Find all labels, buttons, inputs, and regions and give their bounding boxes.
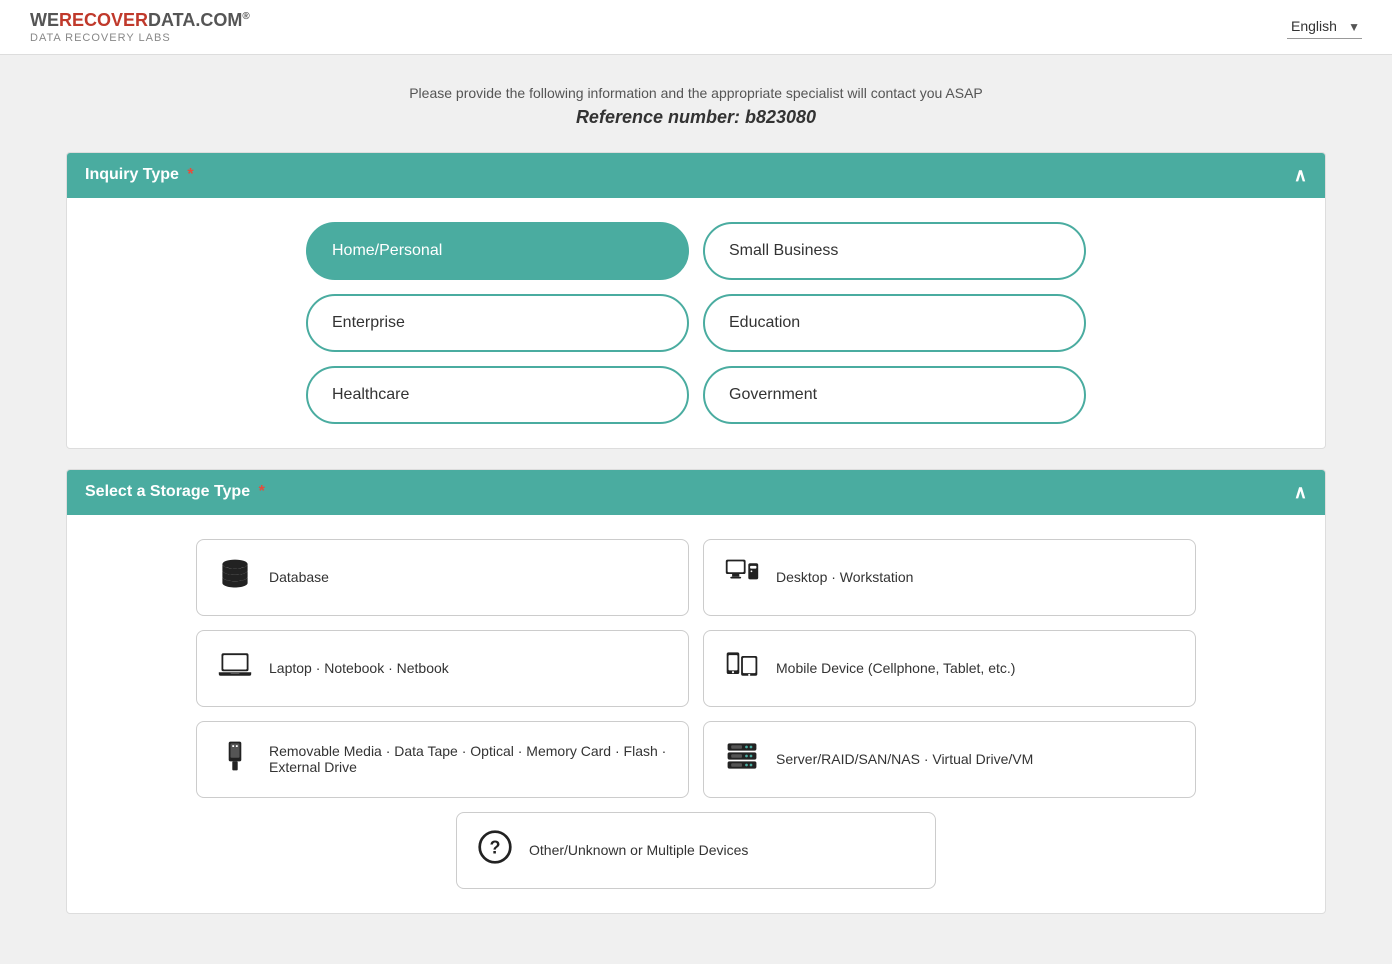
reference-number: Reference number: b823080 [66, 107, 1326, 128]
server-icon [724, 738, 760, 781]
inquiry-btn-home-personal[interactable]: Home/Personal [306, 222, 689, 280]
chevron-up-icon[interactable]: ∧ [1294, 165, 1307, 186]
inquiry-type-title: Inquiry Type * [85, 166, 194, 184]
logo: WERECOVERDATA.COM® DATA RECOVERY LABS [30, 10, 250, 44]
other-btn-wrapper: ? Other/Unknown or Multiple Devices [196, 812, 1196, 889]
logo-data: DATA.COM [148, 10, 242, 30]
inquiry-btn-healthcare[interactable]: Healthcare [306, 366, 689, 424]
desktop-label: Desktop · Workstation [776, 569, 913, 585]
main-content: Please provide the following information… [36, 55, 1356, 964]
inquiry-type-body: Home/Personal Small Business Enterprise … [67, 198, 1325, 448]
logo-we: WE [30, 10, 59, 30]
inquiry-type-header: Inquiry Type * ∧ [67, 153, 1325, 198]
chevron-up-icon-2[interactable]: ∧ [1294, 482, 1307, 503]
logo-recover: RECOVER [59, 10, 148, 30]
storage-type-title: Select a Storage Type * [85, 483, 265, 501]
server-label: Server/RAID/SAN/NAS · Virtual Drive/VM [776, 751, 1033, 767]
laptop-icon [217, 647, 253, 690]
mobile-icon [724, 647, 760, 690]
usb-icon [217, 738, 253, 781]
inquiry-btn-government[interactable]: Government [703, 366, 1086, 424]
storage-btn-mobile[interactable]: Mobile Device (Cellphone, Tablet, etc.) [703, 630, 1196, 707]
required-star: * [187, 166, 193, 183]
required-star-2: * [259, 483, 265, 500]
laptop-label: Laptop · Notebook · Netbook [269, 660, 449, 676]
svg-text:?: ? [490, 837, 501, 857]
inquiry-type-grid: Home/Personal Small Business Enterprise … [306, 222, 1086, 424]
desktop-icon [724, 556, 760, 599]
language-select[interactable]: English French Spanish German [1287, 14, 1362, 39]
logo-sub: DATA RECOVERY LABS [30, 32, 250, 44]
removable-label: Removable Media · Data Tape · Optical · … [269, 743, 668, 775]
ref-prefix: Reference number: [576, 107, 745, 127]
header: WERECOVERDATA.COM® DATA RECOVERY LABS En… [0, 0, 1392, 55]
storage-btn-laptop[interactable]: Laptop · Notebook · Netbook [196, 630, 689, 707]
question-icon: ? [477, 829, 513, 872]
logo-text: WERECOVERDATA.COM® [30, 10, 250, 32]
storage-btn-database[interactable]: Database [196, 539, 689, 616]
inquiry-btn-small-business[interactable]: Small Business [703, 222, 1086, 280]
inquiry-btn-education[interactable]: Education [703, 294, 1086, 352]
storage-type-grid: Database [196, 539, 1196, 889]
storage-btn-other[interactable]: ? Other/Unknown or Multiple Devices [456, 812, 936, 889]
storage-btn-desktop[interactable]: Desktop · Workstation [703, 539, 1196, 616]
database-icon [217, 556, 253, 599]
instruction-text: Please provide the following information… [66, 85, 1326, 101]
storage-type-section: Select a Storage Type * ∧ [66, 469, 1326, 914]
storage-btn-removable[interactable]: Removable Media · Data Tape · Optical · … [196, 721, 689, 798]
inquiry-btn-enterprise[interactable]: Enterprise [306, 294, 689, 352]
database-label: Database [269, 569, 329, 585]
storage-type-header: Select a Storage Type * ∧ [67, 470, 1325, 515]
language-selector-wrapper[interactable]: English French Spanish German ▼ [1287, 14, 1362, 39]
mobile-label: Mobile Device (Cellphone, Tablet, etc.) [776, 660, 1015, 676]
storage-type-body: Database [67, 515, 1325, 913]
ref-value: b823080 [745, 107, 816, 127]
logo-reg: ® [242, 11, 249, 22]
other-label: Other/Unknown or Multiple Devices [529, 842, 748, 858]
storage-btn-server[interactable]: Server/RAID/SAN/NAS · Virtual Drive/VM [703, 721, 1196, 798]
inquiry-type-section: Inquiry Type * ∧ Home/Personal Small Bus… [66, 152, 1326, 449]
